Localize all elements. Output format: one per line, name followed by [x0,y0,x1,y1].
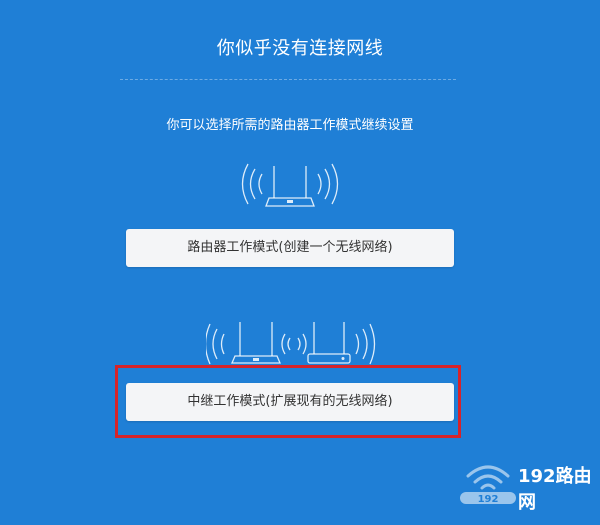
watermark-logo: 192 192路由网 [458,452,596,513]
page-title: 你似乎没有连接网线 [216,38,384,59]
repeater-mode-button[interactable]: 中继工作模式(扩展现有的无线网络) [126,383,454,421]
divider [120,79,456,80]
router-icon [241,163,339,207]
watermark-badge: 192 [478,494,499,505]
wifi-icon: 192 [460,465,516,505]
setup-page: 你似乎没有连接网线 你可以选择所需的路由器工作模式继续设置 路由器工作模式(创建… [0,0,600,525]
router-mode-button[interactable]: 路由器工作模式(创建一个无线网络) [126,229,454,267]
repeater-icon [206,322,376,365]
page-subtitle: 你可以选择所需的路由器工作模式继续设置 [166,118,414,133]
watermark-brand: 192路由网 [518,466,592,513]
